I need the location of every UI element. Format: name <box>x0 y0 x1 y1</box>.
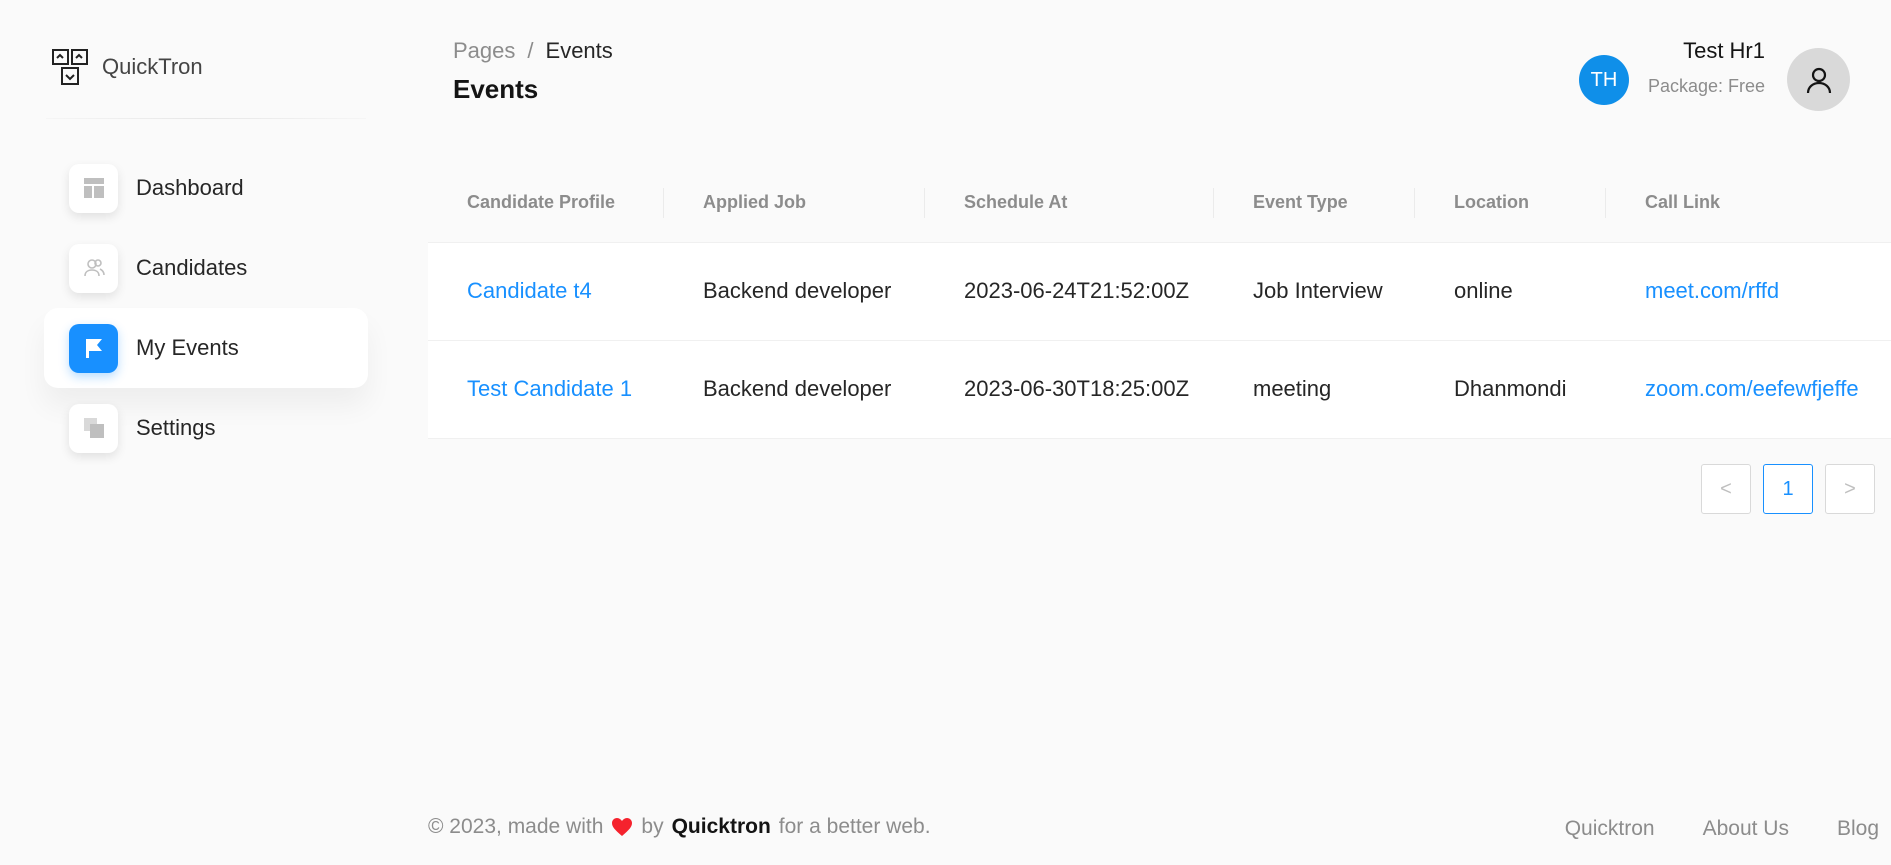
footer-brand[interactable]: Quicktron <box>672 815 771 839</box>
footer-link-quicktron[interactable]: Quicktron <box>1565 817 1655 841</box>
schedule-cell: 2023-06-30T18:25:00Z <box>925 340 1214 439</box>
sidebar: QuickTron Dashboard Candidates My Events <box>0 0 380 865</box>
column-header-location: Location <box>1415 164 1606 243</box>
table-header-row: Candidate Profile Applied Job Schedule A… <box>428 164 1891 243</box>
schedule-cell: 2023-06-24T21:52:00Z <box>925 242 1214 341</box>
column-header-event-type: Event Type <box>1214 164 1415 243</box>
footer-links: Quicktron About Us Blog <box>1565 817 1879 841</box>
breadcrumb-separator: / <box>527 38 534 63</box>
user-avatar[interactable] <box>1787 48 1850 111</box>
column-header-schedule-at: Schedule At <box>925 164 1214 243</box>
events-table-card: Candidate Profile Applied Job Schedule A… <box>428 164 1891 439</box>
call-link[interactable]: zoom.com/eefewfjeffe <box>1645 376 1859 401</box>
footer-link-about-us[interactable]: About Us <box>1703 817 1789 841</box>
dashboard-icon <box>69 163 118 213</box>
brand-divider <box>46 118 366 119</box>
sidebar-item-label: My Events <box>136 335 239 360</box>
pagination-next-button[interactable]: > <box>1825 464 1875 514</box>
sidebar-item-my-events[interactable]: My Events <box>44 308 368 388</box>
breadcrumb-current: Events <box>545 38 613 63</box>
sidebar-item-settings[interactable]: Settings <box>44 388 368 468</box>
heart-icon <box>612 818 633 836</box>
pagination: < 1 > <box>1701 464 1875 514</box>
candidate-profile-link[interactable]: Test Candidate 1 <box>467 376 632 401</box>
sidebar-item-dashboard[interactable]: Dashboard <box>44 148 368 228</box>
footer-tagline: for a better web. <box>778 815 931 838</box>
user-package: Package: Free <box>1647 76 1765 96</box>
flag-icon <box>69 323 118 373</box>
sidebar-item-label: Candidates <box>136 255 248 280</box>
footer-link-blog[interactable]: Blog <box>1837 817 1879 841</box>
brand[interactable]: QuickTron <box>52 48 203 86</box>
column-header-call-link: Call Link <box>1606 164 1891 243</box>
table-row: Candidate t4 Backend developer 2023-06-2… <box>428 242 1891 341</box>
footer-credits: © 2023, made with by Quicktron for a bet… <box>428 815 931 839</box>
pagination-prev-button[interactable]: < <box>1701 464 1751 514</box>
users-icon <box>69 243 118 293</box>
user-initials-badge[interactable]: TH <box>1579 55 1629 105</box>
sidebar-nav: Dashboard Candidates My Events Settings <box>44 148 368 468</box>
copy-icon <box>69 403 118 453</box>
candidate-profile-link[interactable]: Candidate t4 <box>467 278 592 303</box>
breadcrumb-parent[interactable]: Pages <box>453 38 515 64</box>
quicktron-logo-icon <box>52 49 88 85</box>
table-row: Test Candidate 1 Backend developer 2023-… <box>428 340 1891 439</box>
call-link[interactable]: meet.com/rffd <box>1645 278 1779 303</box>
breadcrumb: Pages / Events <box>453 38 613 64</box>
footer-by: by <box>641 815 664 838</box>
footer-copyright: © 2023, made with <box>428 815 604 838</box>
sidebar-item-candidates[interactable]: Candidates <box>44 228 368 308</box>
sidebar-item-label: Settings <box>136 415 216 440</box>
events-table: Candidate Profile Applied Job Schedule A… <box>428 164 1891 439</box>
user-icon <box>1806 67 1831 93</box>
pagination-page-1[interactable]: 1 <box>1763 464 1813 514</box>
column-header-candidate-profile: Candidate Profile <box>428 164 664 243</box>
user-name: Test Hr1 <box>1683 38 1765 63</box>
brand-name: QuickTron <box>102 54 203 79</box>
event-type-cell: meeting <box>1214 340 1415 439</box>
applied-job-cell: Backend developer <box>664 242 925 341</box>
location-cell: online <box>1415 242 1606 341</box>
column-header-applied-job: Applied Job <box>664 164 925 243</box>
page-title: Events <box>453 74 539 104</box>
applied-job-cell: Backend developer <box>664 340 925 439</box>
event-type-cell: Job Interview <box>1214 242 1415 341</box>
location-cell: Dhanmondi <box>1415 340 1606 439</box>
sidebar-item-label: Dashboard <box>136 175 244 200</box>
